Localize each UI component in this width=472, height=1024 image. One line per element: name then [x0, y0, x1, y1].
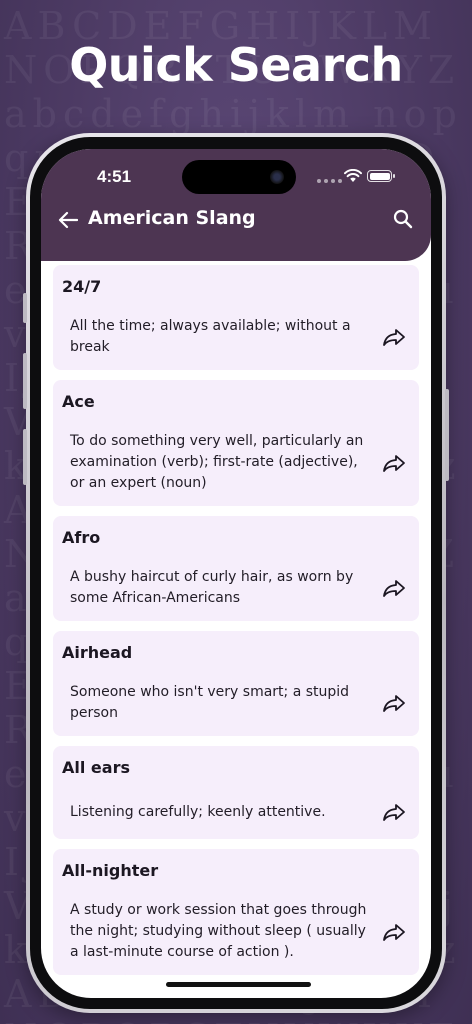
entry-term: Afro — [62, 528, 101, 547]
share-button[interactable] — [379, 688, 409, 718]
share-arrow-icon — [383, 923, 405, 941]
status-time: 4:51 — [97, 167, 132, 186]
dynamic-island — [182, 160, 296, 194]
promo-headline: Quick Search — [69, 38, 403, 92]
share-button[interactable] — [379, 448, 409, 478]
phone-screen: 4:51 American Slang 24/7 All the time; a… — [41, 149, 431, 998]
share-arrow-icon — [383, 580, 405, 597]
list-item[interactable]: Ace To do something very well, particula… — [53, 380, 419, 506]
back-button[interactable] — [55, 207, 81, 233]
list-item[interactable]: Airhead Someone who isn't very smart; a … — [53, 631, 419, 736]
share-arrow-icon — [383, 329, 405, 346]
entry-definition: Someone who isn't very smart; a stupid p… — [70, 684, 350, 721]
page-title: American Slang — [88, 207, 256, 229]
arrow-left-icon — [58, 211, 78, 229]
entry-definition: To do something very well, particularly … — [70, 433, 364, 491]
entry-term: All-nighter — [62, 861, 159, 880]
phone-side-button — [23, 293, 27, 323]
camera-icon — [270, 170, 284, 184]
share-arrow-icon — [383, 804, 405, 821]
phone-volume-down-button — [23, 429, 27, 485]
battery-icon — [367, 170, 395, 182]
entry-definition: Listening carefully; keenly attentive. — [70, 803, 326, 820]
entry-definition: A study or work session that goes throug… — [70, 902, 367, 960]
signal-icon — [317, 179, 342, 183]
app-bar: 4:51 American Slang — [41, 149, 431, 261]
entry-term: Airhead — [62, 643, 133, 662]
promo-stage: ABCDEFGHIJKLMNOPQRSTUVWXYZ abcdefghijklm… — [0, 0, 472, 1024]
phone-frame: 4:51 American Slang 24/7 All the time; a… — [23, 133, 449, 1013]
share-arrow-icon — [383, 695, 405, 712]
wifi-icon — [344, 169, 362, 182]
entry-definition: A bushy haircut of curly hair, as worn b… — [70, 569, 354, 606]
share-button[interactable] — [379, 322, 409, 352]
entry-term: All ears — [62, 758, 130, 777]
search-icon — [393, 209, 413, 229]
home-indicator[interactable] — [166, 982, 311, 987]
entry-term: 24/7 — [62, 277, 102, 296]
share-button[interactable] — [379, 917, 409, 947]
list-item[interactable]: 24/7 All the time; always available; wit… — [53, 265, 419, 370]
list-item[interactable]: All-nighter A study or work session that… — [53, 849, 419, 975]
phone-power-button — [445, 389, 449, 481]
share-arrow-icon — [383, 454, 405, 472]
search-button[interactable] — [389, 205, 417, 233]
list-item[interactable]: Afro A bushy haircut of curly hair, as w… — [53, 516, 419, 621]
phone-bezel: 4:51 American Slang 24/7 All the time; a… — [30, 137, 442, 1009]
list-item[interactable]: All ears Listening carefully; keenly att… — [53, 746, 419, 839]
phone-volume-up-button — [23, 353, 27, 409]
entry-definition: All the time; always available; without … — [70, 318, 351, 355]
share-button[interactable] — [379, 573, 409, 603]
entry-term: Ace — [62, 392, 95, 411]
slang-list: 24/7 All the time; always available; wit… — [41, 249, 431, 998]
share-button[interactable] — [379, 797, 409, 827]
